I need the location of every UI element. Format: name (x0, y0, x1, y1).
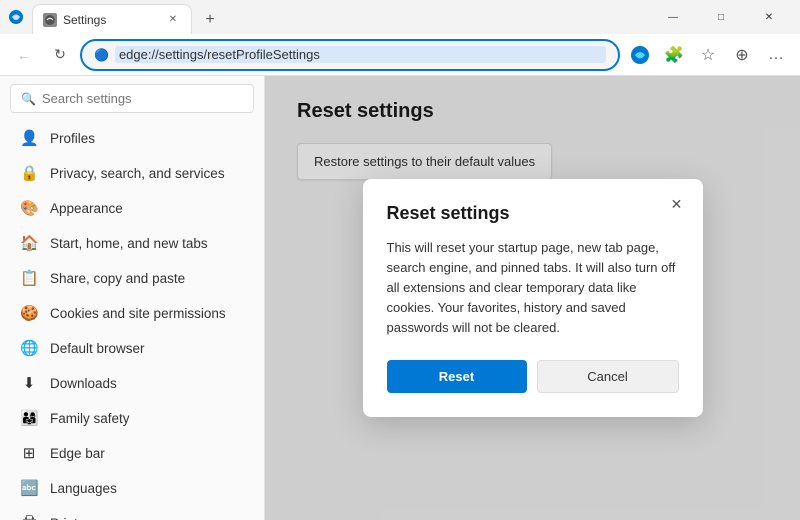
tab-title: Settings (63, 13, 159, 27)
cookies-icon: 🍪 (20, 304, 38, 322)
lock-icon: 🔵 (94, 48, 109, 62)
sidebar-label-profiles: Profiles (50, 131, 244, 146)
sidebar-item-profiles[interactable]: 👤 Profiles (4, 121, 260, 155)
edge-bar-icon: ⊞ (20, 444, 38, 462)
maximize-button[interactable]: □ (698, 0, 744, 34)
sidebar-item-languages[interactable]: 🔤 Languages (4, 471, 260, 505)
sidebar-label-privacy: Privacy, search, and services (50, 166, 244, 181)
downloads-icon: ⬇ (20, 374, 38, 392)
search-icon: 🔍 (21, 92, 36, 106)
content-area: Reset settings Restore settings to their… (265, 76, 800, 520)
refresh-button[interactable]: ↻ (44, 39, 76, 71)
sidebar-label-family-safety: Family safety (50, 411, 244, 426)
edge-icon[interactable] (624, 39, 656, 71)
favorites-button[interactable]: ☆ (692, 39, 724, 71)
new-tab-button[interactable]: + (196, 6, 224, 34)
sidebar-item-printers[interactable]: 🖨 Printers (4, 506, 260, 520)
languages-icon: 🔤 (20, 479, 38, 497)
sidebar-item-family-safety[interactable]: 👨‍👩‍👧 Family safety (4, 401, 260, 435)
sidebar-items: 👤 Profiles 🔒 Privacy, search, and services 🎨… (0, 121, 264, 520)
share-copy-icon: 📋 (20, 269, 38, 287)
reset-dialog: ✕ Reset settings This will reset your st… (363, 179, 703, 418)
modal-title: Reset settings (387, 203, 679, 224)
sidebar-label-appearance: Appearance (50, 201, 244, 216)
sidebar-item-share-copy[interactable]: 📋 Share, copy and paste (4, 261, 260, 295)
sidebar-label-default-browser: Default browser (50, 341, 244, 356)
default-browser-icon: 🌐 (20, 339, 38, 357)
app-icon (8, 9, 24, 25)
modal-actions: Reset Cancel (387, 360, 679, 393)
sidebar-label-share-copy: Share, copy and paste (50, 271, 244, 286)
nav-bar: ← ↻ 🔵 edge://settings/resetProfileSettin… (0, 34, 800, 76)
modal-body: This will reset your startup page, new t… (387, 238, 679, 339)
main-layout: 🔍 👤 Profiles 🔒 Privacy, search, and service… (0, 76, 800, 520)
family-safety-icon: 👨‍👩‍👧 (20, 409, 38, 427)
sidebar-label-languages: Languages (50, 481, 244, 496)
profiles-icon: 👤 (20, 129, 38, 147)
tab-strip: Settings ✕ + (32, 0, 642, 34)
sidebar-label-edge-bar: Edge bar (50, 446, 244, 461)
modal-overlay: ✕ Reset settings This will reset your st… (265, 76, 800, 520)
feedback-button[interactable]: ⊕ (726, 39, 758, 71)
address-text: edge://settings/resetProfileSettings (115, 46, 606, 63)
sidebar-item-default-browser[interactable]: 🌐 Default browser (4, 331, 260, 365)
tab-close-button[interactable]: ✕ (165, 12, 181, 28)
extensions-button[interactable]: 🧩 (658, 39, 690, 71)
privacy-icon: 🔒 (20, 164, 38, 182)
back-button[interactable]: ← (8, 39, 40, 71)
window-controls: — □ ✕ (650, 0, 792, 34)
address-bar[interactable]: 🔵 edge://settings/resetProfileSettings (80, 39, 620, 71)
cancel-button[interactable]: Cancel (537, 360, 679, 393)
search-box[interactable]: 🔍 (10, 84, 254, 113)
modal-close-button[interactable]: ✕ (663, 191, 691, 219)
settings-menu-button[interactable]: … (760, 39, 792, 71)
close-button[interactable]: ✕ (746, 0, 792, 34)
sidebar: 🔍 👤 Profiles 🔒 Privacy, search, and service… (0, 76, 265, 520)
sidebar-item-cookies[interactable]: 🍪 Cookies and site permissions (4, 296, 260, 330)
tab-favicon (43, 13, 57, 27)
sidebar-label-downloads: Downloads (50, 376, 244, 391)
search-input[interactable] (42, 91, 243, 106)
sidebar-item-start-home[interactable]: 🏠 Start, home, and new tabs (4, 226, 260, 260)
sidebar-label-start-home: Start, home, and new tabs (50, 236, 244, 251)
sidebar-label-printers: Printers (50, 516, 244, 520)
reset-confirm-button[interactable]: Reset (387, 360, 527, 393)
title-bar: Settings ✕ + — □ ✕ (0, 0, 800, 34)
sidebar-item-edge-bar[interactable]: ⊞ Edge bar (4, 436, 260, 470)
sidebar-label-cookies: Cookies and site permissions (50, 306, 244, 321)
sidebar-item-privacy[interactable]: 🔒 Privacy, search, and services (4, 156, 260, 190)
minimize-button[interactable]: — (650, 0, 696, 34)
sidebar-item-appearance[interactable]: 🎨 Appearance (4, 191, 260, 225)
active-tab[interactable]: Settings ✕ (32, 4, 192, 34)
printers-icon: 🖨 (20, 514, 38, 520)
sidebar-item-downloads[interactable]: ⬇ Downloads (4, 366, 260, 400)
appearance-icon: 🎨 (20, 199, 38, 217)
nav-actions: 🧩 ☆ ⊕ … (624, 39, 792, 71)
start-home-icon: 🏠 (20, 234, 38, 252)
